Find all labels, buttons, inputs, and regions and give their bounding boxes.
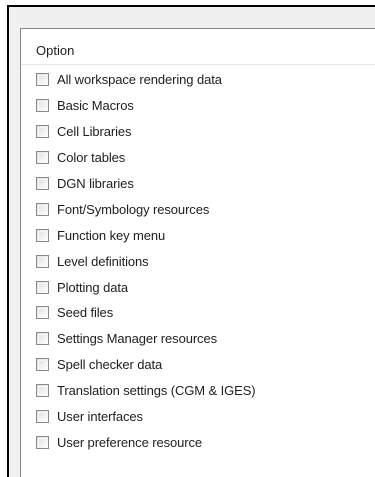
option-item-plotting-data[interactable]: Plotting data [21, 274, 375, 300]
checkbox[interactable] [36, 151, 49, 165]
option-label: Cell Libraries [57, 124, 132, 140]
checkbox[interactable] [36, 73, 49, 87]
option-item-function-key-menu[interactable]: Function key menu [21, 222, 375, 248]
option-item-all-workspace-rendering-data[interactable]: All workspace rendering data [21, 67, 375, 93]
option-item-dgn-libraries[interactable]: DGN libraries [21, 171, 375, 197]
option-list-panel: Option All workspace rendering data Basi… [20, 28, 375, 477]
checkbox[interactable] [36, 228, 49, 242]
option-item-spell-checker-data[interactable]: Spell checker data [21, 352, 375, 378]
checkbox[interactable] [36, 384, 49, 398]
checkbox[interactable] [36, 99, 49, 113]
option-label: Spell checker data [57, 357, 163, 373]
option-label: Settings Manager resources [57, 331, 217, 347]
option-item-level-definitions[interactable]: Level definitions [21, 248, 375, 274]
option-item-cell-libraries[interactable]: Cell Libraries [21, 119, 375, 145]
checkbox[interactable] [36, 306, 49, 320]
option-item-settings-manager-resources[interactable]: Settings Manager resources [21, 326, 375, 352]
checkbox[interactable] [36, 435, 49, 449]
option-item-font-symbology-resources[interactable]: Font/Symbology resources [21, 196, 375, 222]
option-item-translation-settings[interactable]: Translation settings (CGM & IGES) [21, 378, 375, 404]
checkbox[interactable] [36, 254, 49, 268]
option-item-seed-files[interactable]: Seed files [21, 300, 375, 326]
option-header-label: Option [36, 43, 75, 58]
option-label: User interfaces [57, 409, 143, 425]
checkbox[interactable] [36, 358, 49, 372]
checkbox[interactable] [36, 177, 49, 190]
option-label: DGN libraries [57, 176, 134, 191]
option-label: All workspace rendering data [57, 72, 222, 88]
option-item-user-interfaces[interactable]: User interfaces [21, 404, 375, 430]
option-label: Level definitions [57, 253, 149, 269]
option-label: User preference resource [57, 434, 202, 450]
option-item-basic-macros[interactable]: Basic Macros [21, 93, 375, 119]
option-label: Plotting data [57, 279, 128, 295]
option-item-user-preference-resource[interactable]: User preference resource [21, 429, 375, 455]
option-list: All workspace rendering data Basic Macro… [21, 67, 375, 455]
option-label: Function key menu [57, 227, 166, 243]
option-label: Seed files [57, 305, 114, 321]
option-item-color-tables[interactable]: Color tables [21, 145, 375, 171]
option-label: Translation settings (CGM & IGES) [57, 383, 256, 399]
option-label: Font/Symbology resources [57, 201, 210, 217]
checkbox[interactable] [36, 125, 49, 139]
checkbox[interactable] [36, 202, 49, 216]
checkbox[interactable] [36, 332, 49, 346]
checkbox[interactable] [36, 280, 49, 294]
option-column-header[interactable]: Option [21, 29, 375, 65]
option-label: Basic Macros [57, 98, 134, 114]
checkbox[interactable] [36, 410, 49, 424]
option-label: Color tables [57, 150, 126, 166]
